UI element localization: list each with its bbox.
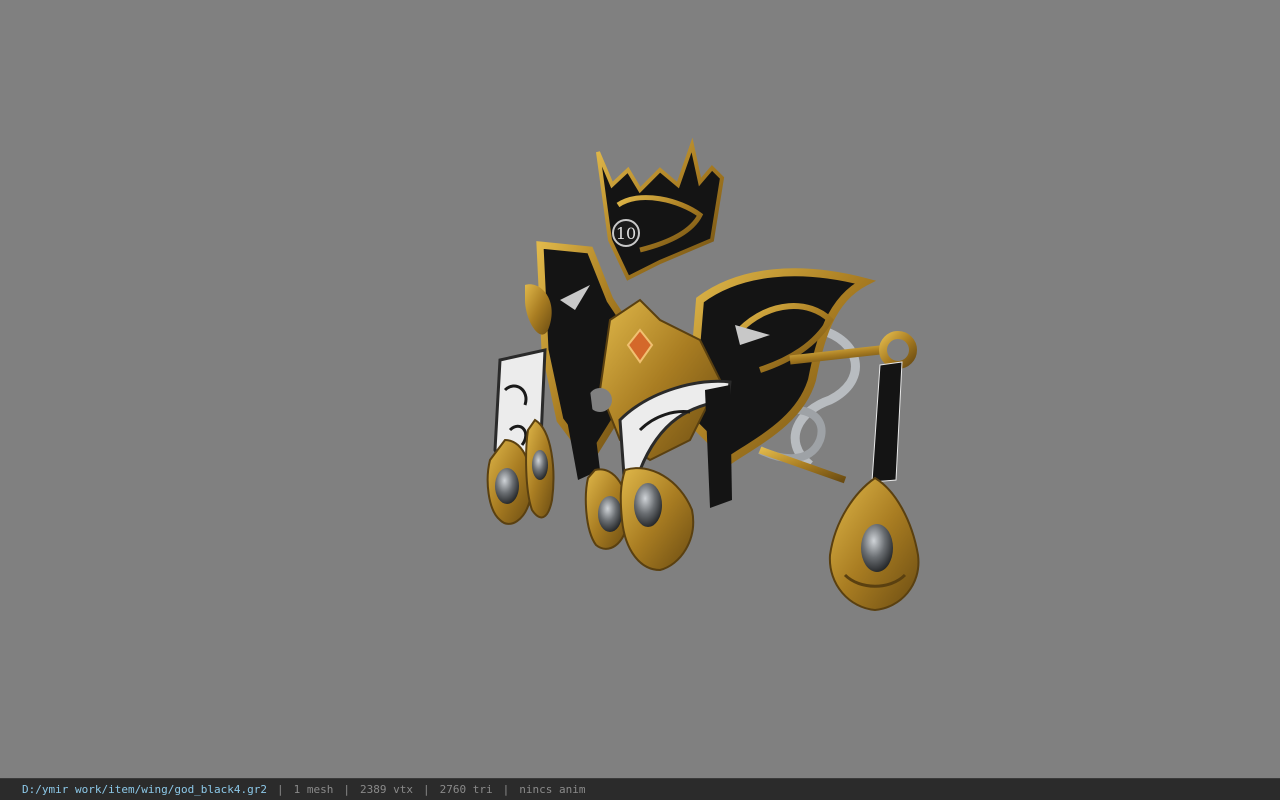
3d-viewport[interactable]: 10	[0, 0, 1280, 778]
separator: |	[343, 783, 351, 796]
crown-piece: 10	[596, 137, 725, 281]
file-path: D:/ymir work/item/wing/god_black4.gr2	[22, 783, 268, 796]
status-bar: D:/ymir work/item/wing/god_black4.gr2 | …	[0, 778, 1280, 800]
hanging-ring	[879, 331, 917, 369]
pendant-right	[828, 476, 920, 612]
triangle-count: 2760 tri	[439, 783, 493, 796]
animation-status: nincs anim	[519, 783, 586, 796]
separator: |	[502, 783, 510, 796]
pendant-left-1	[486, 438, 533, 525]
separator: |	[423, 783, 430, 796]
mesh-count: 1 mesh	[293, 783, 334, 796]
wing-model-render: 10	[486, 137, 920, 612]
vertex-count: 2389 vtx	[360, 783, 414, 796]
separator: |	[277, 783, 284, 796]
pendant-left-2	[525, 418, 555, 519]
emblem-text: 10	[616, 224, 636, 243]
pendant-center-2	[619, 467, 695, 572]
